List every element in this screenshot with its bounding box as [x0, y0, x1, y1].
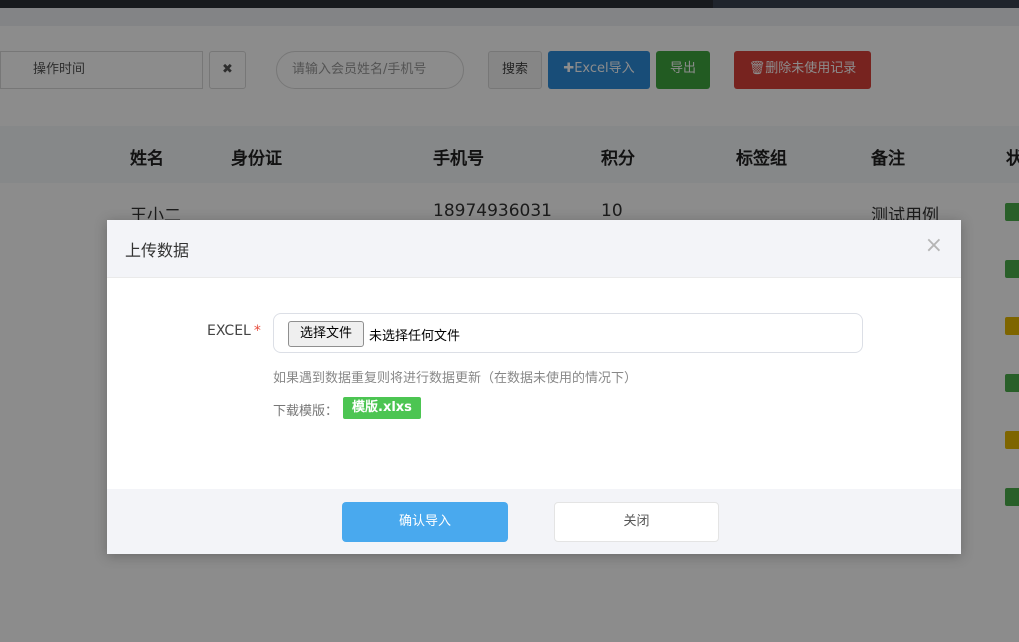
- excel-field-label: EXCEL *: [207, 323, 261, 339]
- import-hint: 如果遇到数据重复则将进行数据更新（在数据未使用的情况下）: [273, 371, 638, 386]
- dialog-footer: 确认导入 关闭: [107, 489, 961, 554]
- dialog-body: EXCEL * 选择文件 未选择任何文件 如果遇到数据重复则将进行数据更新（在数据…: [107, 277, 961, 489]
- choose-file-button[interactable]: 选择文件: [288, 321, 364, 347]
- close-button[interactable]: 关闭: [554, 502, 719, 542]
- dialog-title: 上传数据: [125, 241, 190, 260]
- upload-dialog: 上传数据 × EXCEL * 选择文件 未选择任何文件 如果遇到数据重复则将进行数…: [107, 220, 961, 554]
- file-status-text: 未选择任何文件: [369, 329, 461, 344]
- required-mark: *: [253, 323, 261, 339]
- excel-label-text: EXCEL: [207, 323, 251, 339]
- close-icon[interactable]: ×: [925, 234, 943, 258]
- dialog-header: 上传数据 ×: [107, 220, 961, 278]
- confirm-import-button[interactable]: 确认导入: [342, 502, 508, 542]
- download-template-link[interactable]: 模版.xlxs: [343, 397, 421, 419]
- download-template-label: 下载模版：: [273, 404, 339, 419]
- excel-file-input[interactable]: 选择文件 未选择任何文件: [273, 313, 863, 353]
